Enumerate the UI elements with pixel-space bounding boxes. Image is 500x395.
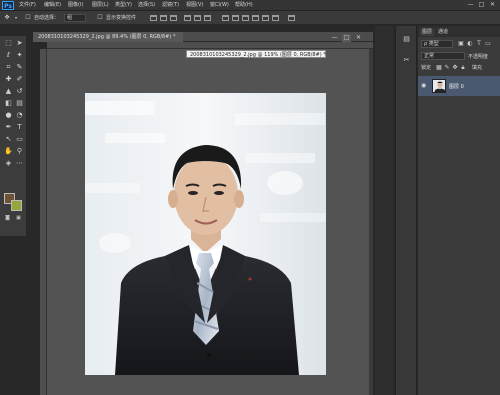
menu-bar: Ps 文件(F) 编辑(E) 图像(I) 图层(L) 类型(Y) 选择(S) 滤… (0, 0, 500, 11)
horizontal-ruler[interactable] (47, 42, 373, 49)
menu-filter[interactable]: 滤镜(T) (162, 1, 179, 10)
align-bottom-icon[interactable] (170, 15, 177, 21)
move-tool-icon[interactable]: ➤ (14, 38, 25, 49)
shape-tool-icon[interactable]: ▭ (14, 134, 25, 145)
auto-select-dropdown[interactable]: 组 (64, 14, 86, 22)
background-color-swatch[interactable] (11, 200, 22, 211)
document-window-controls: — □ ✕ (330, 33, 373, 42)
layers-panel-tabs: 图层 通道 (418, 26, 500, 37)
align-left-icon[interactable] (184, 15, 191, 21)
align-hcenter-icon[interactable] (194, 15, 201, 21)
portrait-photo[interactable] (85, 93, 326, 375)
distribute-bottom-icon[interactable] (242, 15, 249, 21)
close-button[interactable]: ✕ (488, 1, 497, 9)
zoom-tool-icon[interactable]: ⚲ (14, 146, 25, 157)
crop-tool-icon[interactable]: ⌗ (3, 62, 14, 73)
layer-filter-dropdown[interactable]: ρ 类型 (421, 40, 453, 48)
auto-select-label: 自动选择： (34, 15, 60, 21)
screen-mode-icon[interactable]: ▣ (13, 213, 24, 224)
distribute-top-icon[interactable] (222, 15, 229, 21)
distribute-hcenter-icon[interactable] (262, 15, 269, 21)
auto-align-icon[interactable] (288, 15, 295, 21)
fill-label: 填充 (472, 65, 483, 71)
minimize-button[interactable]: — (466, 1, 475, 9)
menu-edit[interactable]: 编辑(E) (44, 1, 61, 10)
marquee-tool-icon[interactable]: ⬚ (3, 38, 14, 49)
maximize-button[interactable]: □ (477, 1, 486, 9)
collapsed-panel-strip: ▤ ✂ (395, 26, 417, 395)
menu-layer[interactable]: 图层(L) (92, 1, 109, 10)
menu-image[interactable]: 图像(I) (68, 1, 83, 10)
checkbox-auto-select[interactable]: ☐ (24, 14, 32, 22)
menu-type[interactable]: 类型(Y) (115, 1, 132, 10)
distribute-left-icon[interactable] (252, 15, 259, 21)
brush-tool-icon[interactable]: ✐ (14, 74, 25, 85)
type-tool-icon[interactable]: T (14, 122, 25, 133)
doc-minimize-button[interactable]: — (330, 34, 339, 42)
filter-pixel-icon[interactable]: ▣ (457, 40, 465, 48)
filter-adjust-icon[interactable]: ◐ (466, 40, 474, 48)
pen-tool-icon[interactable]: ✒ (3, 122, 14, 133)
options-bar: ✥ ▾ ☐ 自动选择： 组 ☐ 显示变换控件 (0, 11, 500, 25)
tab-channels[interactable]: 通道 (436, 29, 450, 36)
layers-panel: 图层 通道 ρ 类型 ▣ ◐ T ▭ 正常 不透明度 锁定 ▦ ✎ ✥ 🔒︎ 填… (418, 26, 500, 395)
gradient-tool-icon[interactable]: ▤ (14, 98, 25, 109)
lock-position-icon[interactable]: ✥ (451, 64, 459, 72)
vertical-scrollbar[interactable] (369, 49, 373, 395)
distribute-right-icon[interactable] (272, 15, 279, 21)
eye-icon[interactable]: ◉ (421, 82, 426, 89)
eraser-tool-icon[interactable]: ◧ (3, 98, 14, 109)
dodge-tool-icon[interactable]: ◔ (14, 110, 25, 121)
tab-layers[interactable]: 图层 (420, 29, 435, 36)
lock-image-icon[interactable]: ✎ (443, 64, 451, 72)
lock-all-icon[interactable]: 🔒︎ (459, 64, 467, 72)
document-tooltip: 2008310103245329_2.jpg @ 119% (图层 0, RGB… (186, 50, 326, 58)
menu-help[interactable]: 帮助(H) (235, 1, 253, 10)
menu-view[interactable]: 视图(V) (186, 1, 203, 10)
properties-panel-icon[interactable]: ✂ (401, 55, 412, 66)
checkbox-show-transform[interactable]: ☐ (96, 14, 104, 22)
document-tab-bar: 20083101032453​29_2.jpg @ 89.4% (图层 0, R… (33, 32, 373, 42)
layer-thumbnail (432, 79, 446, 93)
distribute-vcenter-icon[interactable] (232, 15, 239, 21)
history-brush-icon[interactable]: ↺ (14, 86, 25, 97)
filter-shape-icon[interactable]: ▭ (484, 40, 492, 48)
vertical-ruler[interactable] (40, 49, 47, 395)
menu-window[interactable]: 窗口(W) (210, 1, 229, 10)
lasso-tool-icon[interactable]: ℓ (3, 50, 14, 61)
move-tool-icon[interactable]: ✥ (3, 14, 11, 22)
hand-tool-icon[interactable]: ✋ (3, 146, 14, 157)
align-top-icon[interactable] (150, 15, 157, 21)
chevron-down-icon[interactable]: ▾ (12, 14, 20, 22)
blend-mode-dropdown[interactable]: 正常 (421, 52, 465, 60)
show-transform-label: 显示变换控件 (106, 15, 137, 21)
eyedropper-icon[interactable]: ✎ (14, 62, 25, 73)
opacity-label: 不透明度 (468, 54, 489, 60)
history-panel-icon[interactable]: ▤ (401, 34, 412, 45)
document-tab[interactable]: 20083101032453​29_2.jpg @ 89.4% (图层 0, R… (33, 32, 183, 42)
align-vcenter-icon[interactable] (160, 15, 167, 21)
panel-dock-gap (375, 26, 393, 395)
clone-stamp-icon[interactable]: ▲ (3, 86, 14, 97)
3d-tool-icon[interactable]: ◈ (3, 158, 14, 169)
doc-maximize-button[interactable]: □ (342, 34, 351, 42)
doc-close-button[interactable]: ✕ (354, 34, 363, 42)
filter-type-icon[interactable]: T (475, 40, 483, 48)
lock-transparent-icon[interactable]: ▦ (435, 64, 443, 72)
blur-tool-icon[interactable]: ● (3, 110, 14, 121)
photoshop-logo: Ps (2, 1, 14, 10)
lock-label: 锁定 (421, 65, 432, 71)
align-right-icon[interactable] (204, 15, 211, 21)
layer-name: 图层 0 (449, 84, 464, 90)
more-tools-icon[interactable]: ⋯ (14, 158, 25, 169)
quick-mask-icon[interactable]: ◙ (2, 213, 13, 224)
path-select-icon[interactable]: ↖ (3, 134, 14, 145)
magic-wand-icon[interactable]: ✦ (14, 50, 25, 61)
toolbox: ⬚ ➤ ℓ ✦ ⌗ ✎ ✚ ✐ ▲ ↺ ◧ ▤ ● ◔ ✒ T ↖ ▭ ✋ ⚲ … (0, 36, 27, 236)
menu-select[interactable]: 选择(S) (138, 1, 155, 10)
menu-file[interactable]: 文件(F) (19, 1, 36, 10)
healing-brush-icon[interactable]: ✚ (3, 74, 14, 85)
